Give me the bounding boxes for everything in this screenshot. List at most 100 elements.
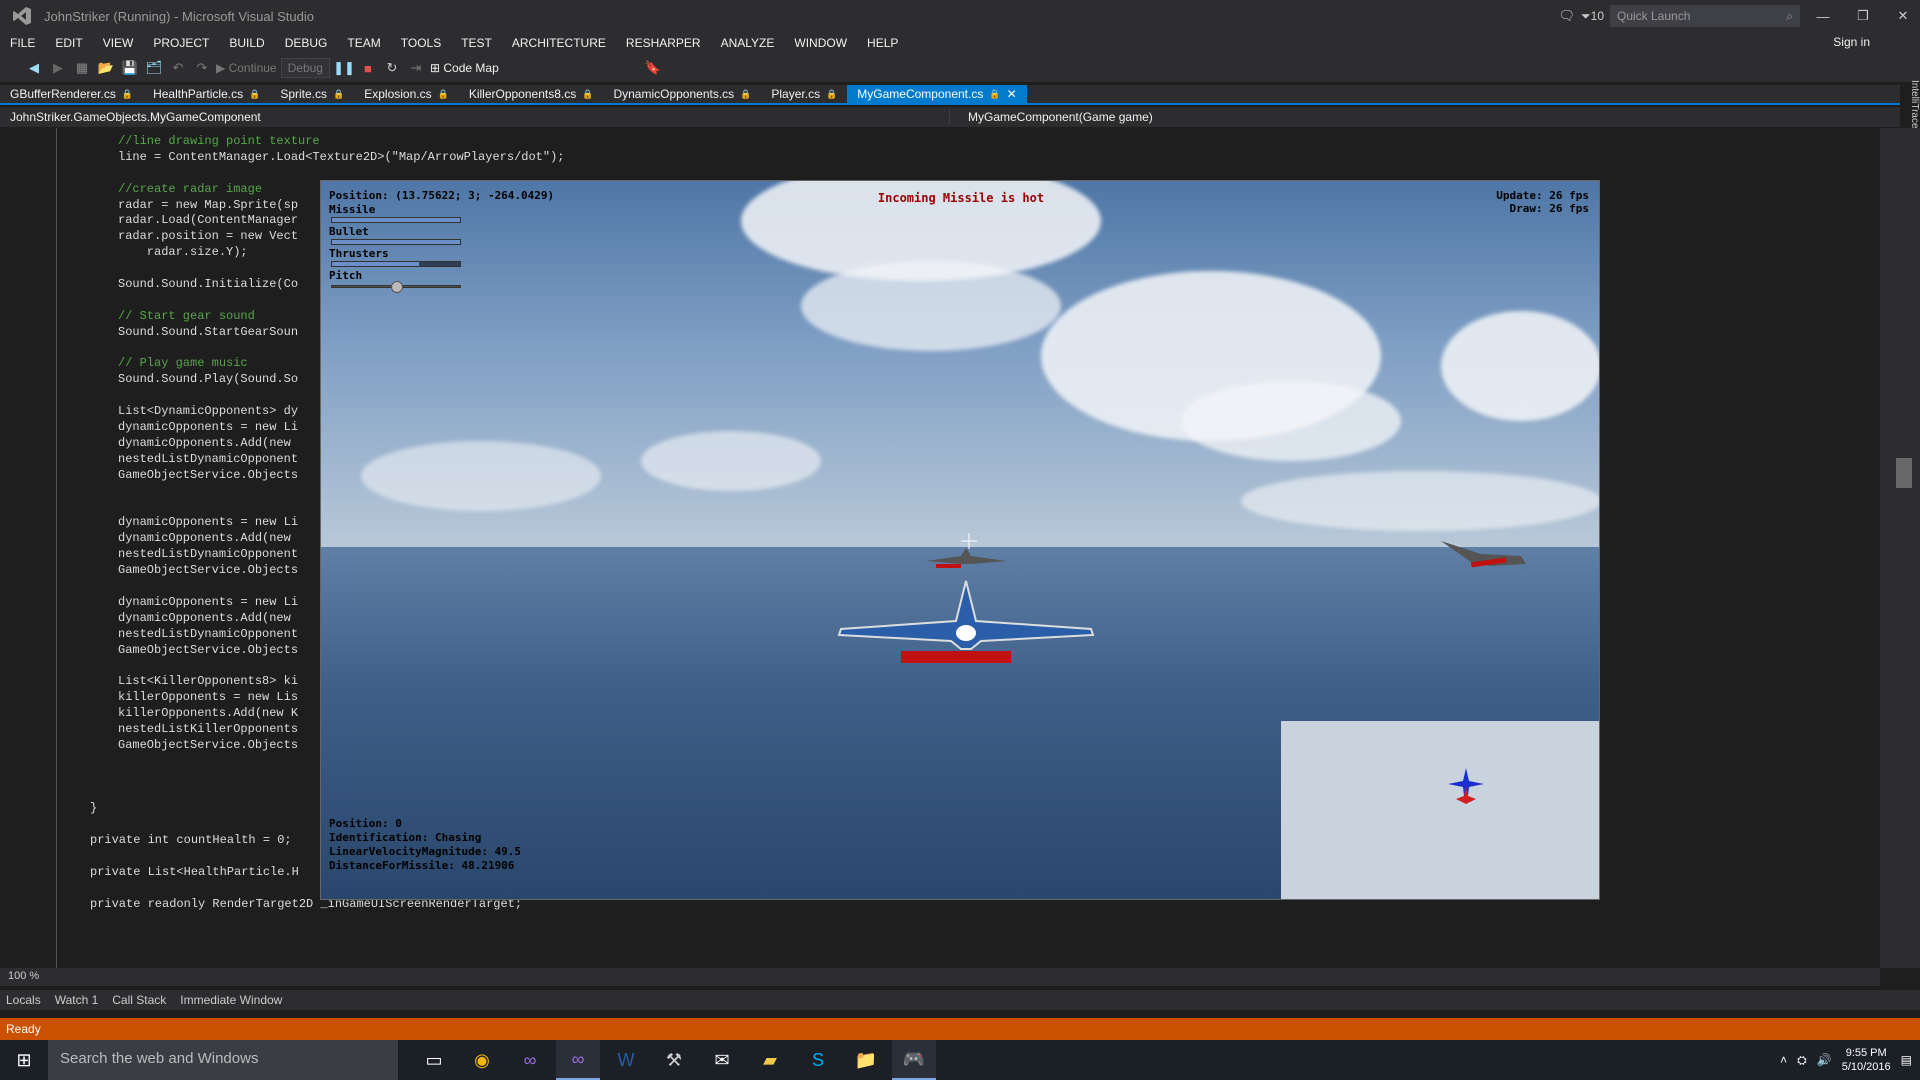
- mail-icon[interactable]: ✉: [700, 1040, 744, 1080]
- lock-icon: 🔒: [582, 88, 594, 99]
- close-tab-icon[interactable]: ✕: [1007, 87, 1017, 101]
- filter-icon[interactable]: ⏷10: [1581, 9, 1604, 24]
- sign-in-link[interactable]: Sign in: [1833, 35, 1870, 49]
- member-navigation-dropdown[interactable]: MyGameComponent(Game game): [950, 110, 1153, 124]
- tab-healthparticle-cs[interactable]: HealthParticle.cs 🔒: [143, 85, 270, 103]
- tab-gbufferrenderer-cs[interactable]: GBufferRenderer.cs 🔒: [0, 85, 143, 103]
- quick-launch-input[interactable]: Quick Launch ⌕: [1610, 5, 1800, 27]
- menu-file[interactable]: FILE: [0, 36, 45, 50]
- game-window[interactable]: Position: (13.75622; 3; -264.0429) Missi…: [320, 180, 1600, 900]
- menu-tools[interactable]: TOOLS: [391, 36, 451, 50]
- skype-icon[interactable]: S: [796, 1040, 840, 1080]
- tab-player-cs[interactable]: Player.cs 🔒: [761, 85, 847, 103]
- restore-button[interactable]: ❐: [1846, 0, 1880, 32]
- bar-fill: [332, 218, 460, 222]
- menu-view[interactable]: VIEW: [93, 36, 144, 50]
- back-icon[interactable]: ◀: [24, 58, 44, 78]
- menu-debug[interactable]: DEBUG: [275, 36, 338, 50]
- menu-team[interactable]: TEAM: [337, 36, 390, 50]
- forward-icon[interactable]: ▶: [48, 58, 68, 78]
- close-button[interactable]: ✕: [1886, 0, 1920, 32]
- tab-explosion-cs[interactable]: Explosion.cs 🔒: [354, 85, 459, 103]
- chrome-icon[interactable]: ◉: [460, 1040, 504, 1080]
- menu-window[interactable]: WINDOW: [784, 36, 857, 50]
- tools-icon[interactable]: ⚒: [652, 1040, 696, 1080]
- player-jet: [837, 580, 1095, 663]
- title-bar: JohnStriker (Running) - Microsoft Visual…: [0, 0, 1920, 32]
- notification-count: 10: [1590, 8, 1604, 23]
- fps-display: Update: 26 fps Draw: 26 fps: [1496, 189, 1589, 215]
- continue-button[interactable]: ▶ Continue: [216, 61, 277, 75]
- file-explorer-icon[interactable]: 📁: [844, 1040, 888, 1080]
- info-line: DistanceForMissile: 48.21906: [329, 859, 515, 872]
- code-map-button[interactable]: ⊞ Code Map: [430, 61, 499, 75]
- hud-thrusters-label: Thrusters: [329, 247, 389, 260]
- code-line: //line drawing point texture: [118, 134, 320, 148]
- redo-icon[interactable]: ↷: [192, 58, 212, 78]
- lock-icon: 🔒: [826, 88, 838, 99]
- clock-date: 5/10/2016: [1841, 1061, 1891, 1073]
- menu-build[interactable]: BUILD: [219, 36, 274, 50]
- open-file-icon[interactable]: 📂: [96, 58, 116, 78]
- hud-thrusters-bar: [331, 261, 461, 267]
- tab-locals[interactable]: Locals: [6, 993, 41, 1007]
- visual-studio-icon[interactable]: ∞: [508, 1040, 552, 1080]
- missile-warning: Incoming Missile is hot: [877, 191, 1045, 205]
- tab-call-stack[interactable]: Call Stack: [112, 993, 166, 1007]
- undo-icon[interactable]: ↶: [168, 58, 188, 78]
- tab-dynamicopponents-cs[interactable]: DynamicOpponents.cs 🔒: [603, 85, 761, 103]
- visual-studio-running-icon[interactable]: ∞: [556, 1040, 600, 1080]
- menu-architecture[interactable]: ARCHITECTURE: [502, 36, 616, 50]
- notifications-icon[interactable]: 🗨: [1559, 8, 1576, 24]
- tab-watch-1[interactable]: Watch 1: [55, 993, 99, 1007]
- update-fps: Update: 26 fps: [1496, 189, 1589, 202]
- scroll-thumb[interactable]: [1896, 458, 1912, 488]
- tab-label: DynamicOpponents.cs: [613, 87, 735, 101]
- folder-icon[interactable]: ▰: [748, 1040, 792, 1080]
- tab-killeropponents8-cs[interactable]: KillerOpponents8.cs 🔒: [459, 85, 604, 103]
- menu-analyze[interactable]: ANALYZE: [711, 36, 785, 50]
- chevron-up-icon[interactable]: ˄: [1780, 1053, 1787, 1067]
- menu-resharper[interactable]: RESHARPER: [616, 36, 711, 50]
- pitch-slider-knob[interactable]: [391, 281, 403, 293]
- clock[interactable]: 9:55 PM 5/10/2016: [1842, 1046, 1891, 1074]
- menu-edit[interactable]: EDIT: [45, 36, 92, 50]
- tab-label: GBufferRenderer.cs: [10, 87, 116, 101]
- minimize-button[interactable]: —: [1806, 0, 1840, 32]
- zoom-level[interactable]: 100 %: [0, 968, 1880, 986]
- continue-label: Continue: [228, 61, 277, 75]
- game-icon[interactable]: 🎮: [892, 1040, 936, 1080]
- new-project-icon[interactable]: ▦: [72, 58, 92, 78]
- radar-player-icon: [1448, 768, 1484, 804]
- class-navigation-dropdown[interactable]: JohnStriker.GameObjects.MyGameComponent: [0, 110, 950, 124]
- action-center-icon[interactable]: ▤: [1901, 1053, 1912, 1067]
- tab-sprite-cs[interactable]: Sprite.cs 🔒: [270, 85, 354, 103]
- menu-project[interactable]: PROJECT: [143, 36, 219, 50]
- intellitrace-tab[interactable]: IntelliTrace: [1900, 80, 1920, 140]
- network-icon[interactable]: ⛭: [1797, 1053, 1807, 1068]
- taskbar-search-input[interactable]: Search the web and Windows: [48, 1040, 398, 1080]
- restart-icon[interactable]: ↻: [382, 58, 402, 78]
- tab-mygamecomponent-cs[interactable]: MyGameComponent.cs 🔒 ✕: [847, 85, 1027, 103]
- menu-help[interactable]: HELP: [857, 36, 908, 50]
- save-icon[interactable]: 💾: [120, 58, 140, 78]
- step-into-icon[interactable]: ⇥: [406, 58, 426, 78]
- volume-icon[interactable]: 🔊: [1817, 1053, 1832, 1067]
- tab-immediate-window[interactable]: Immediate Window: [180, 993, 282, 1007]
- sky: [321, 181, 1599, 547]
- task-view-icon[interactable]: ▭: [412, 1040, 456, 1080]
- debug-tool-tabs: Locals Watch 1 Call Stack Immediate Window: [0, 990, 1920, 1010]
- windows-start-icon[interactable]: ⊞: [0, 1040, 48, 1080]
- save-all-icon[interactable]: 🗂: [144, 58, 164, 78]
- bookmark-icon[interactable]: 🔖: [643, 58, 663, 78]
- configuration-select[interactable]: Debug: [280, 58, 330, 78]
- toolbar: ◀ ▶ ▦ 📂 💾 🗂 ↶ ↷ ▶ Continue Debug ❚❚ ■ ↻ …: [0, 54, 1920, 82]
- stop-icon[interactable]: ■: [358, 58, 378, 78]
- tab-label: KillerOpponents8.cs: [468, 87, 577, 101]
- bar-fill: [332, 240, 460, 244]
- hud-pitch-bar: [331, 281, 461, 293]
- menu-test[interactable]: TEST: [451, 36, 502, 50]
- editor-scrollbar[interactable]: [1880, 128, 1920, 968]
- word-icon[interactable]: W: [604, 1040, 648, 1080]
- pause-icon[interactable]: ❚❚: [333, 58, 355, 78]
